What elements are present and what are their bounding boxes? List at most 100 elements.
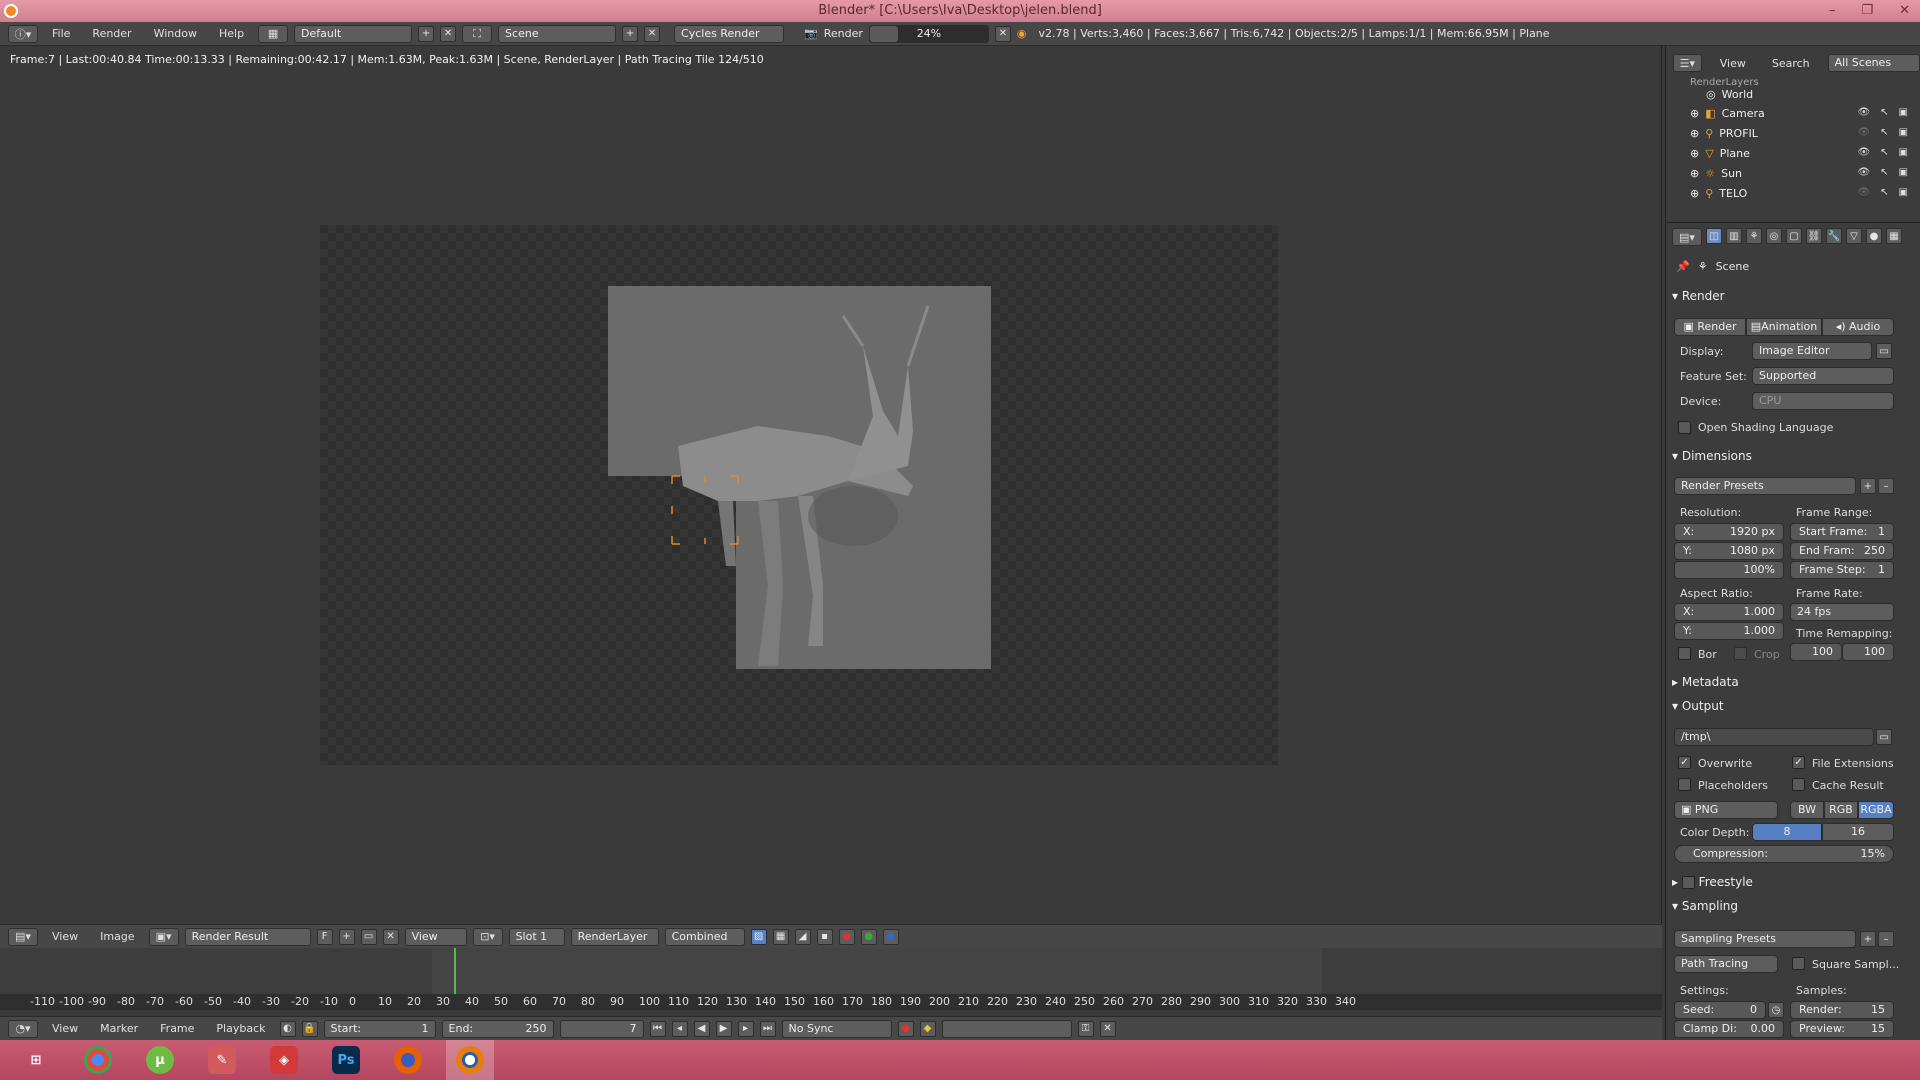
add-sampling-preset-icon[interactable]: +	[1860, 931, 1876, 947]
rgb-toggle[interactable]: RGB	[1824, 801, 1858, 819]
outliner-row-profil[interactable]: ⊕ ⚲ PROFIL	[1690, 124, 1758, 142]
placeholders-checkbox[interactable]	[1678, 778, 1691, 791]
scope-icon[interactable]: ▪	[816, 928, 833, 945]
menu-window[interactable]: Window	[146, 27, 205, 40]
timeline-ruler[interactable]: -110 -100 -90 -80 -70 -60 -50 -40 -30 -20 -10 0 10 20…	[0, 994, 1662, 1010]
audio-button[interactable]: ◂) Audio	[1822, 318, 1894, 336]
frame-step-field[interactable]: Frame Step: 1	[1790, 561, 1894, 579]
outliner-row-sun[interactable]: ⊕ ☼ Sun	[1690, 164, 1742, 182]
bw-toggle[interactable]: BW	[1790, 801, 1824, 819]
integrator-select[interactable]: Path Tracing	[1674, 955, 1778, 973]
freestyle-checkbox[interactable]	[1681, 876, 1695, 889]
slot-select[interactable]: Slot 1	[508, 927, 565, 946]
preview-range-icon[interactable]: ◐	[279, 1020, 296, 1037]
display-select[interactable]: Image Editor	[1752, 342, 1872, 360]
output-path-field[interactable]: /tmp\	[1674, 728, 1874, 746]
render-engine-select[interactable]: Cycles Render	[674, 24, 785, 43]
menu-playback[interactable]: Playback	[208, 1022, 273, 1035]
remove-sampling-preset-icon[interactable]: –	[1878, 931, 1894, 947]
editor-type-outliner-icon[interactable]: ☰▾	[1673, 54, 1702, 72]
eye-icon[interactable]: 👁	[1857, 127, 1870, 138]
eye-icon[interactable]: 👁	[1857, 107, 1870, 118]
delete-keyframe-icon[interactable]: ✕	[1099, 1020, 1116, 1037]
menu-view[interactable]: View	[44, 930, 86, 943]
editor-type-image-icon[interactable]: ▤▾	[8, 927, 38, 946]
play-reverse-icon[interactable]: ◀	[693, 1020, 710, 1037]
play-icon[interactable]: ▶	[715, 1020, 732, 1037]
expand-icon[interactable]: ⊕	[1690, 167, 1699, 180]
animated-seed-icon[interactable]: ◷	[1768, 1002, 1784, 1018]
pin-icon[interactable]: 📌	[1676, 260, 1690, 273]
panel-sampling-header[interactable]: ▾ Sampling	[1672, 899, 1912, 919]
editor-type-timeline-icon[interactable]: ◔▾	[8, 1019, 38, 1038]
view-mode-select[interactable]: View	[404, 927, 467, 946]
outliner-row-world[interactable]: ◎ World	[1706, 85, 1753, 103]
render-toggle-icon[interactable]: ▣	[1899, 187, 1908, 198]
visibility-toggles[interactable]: 👁 ↖ ▣	[1857, 147, 1908, 158]
green-channel-icon[interactable]: ●	[860, 928, 877, 945]
editor-type-properties-icon[interactable]: ▤▾	[1672, 228, 1702, 246]
eye-icon[interactable]: 👁	[1857, 167, 1870, 178]
expand-icon[interactable]: ⊕	[1690, 187, 1699, 200]
new-image-icon[interactable]: +	[338, 928, 355, 945]
minimize-button[interactable]: –	[1829, 0, 1836, 22]
insert-keyframe-icon[interactable]: ⚿	[1077, 1020, 1094, 1037]
start-frame-field[interactable]: Start: 1	[323, 1019, 436, 1038]
keying-set-icon[interactable]: ◆	[919, 1020, 936, 1037]
image-browse-icon[interactable]: ▣▾	[148, 927, 179, 946]
animation-button[interactable]: ▤Animation	[1746, 318, 1822, 336]
data-tab-icon[interactable]: ▽	[1846, 228, 1862, 244]
next-keyframe-icon[interactable]: ▸	[737, 1020, 754, 1037]
osl-checkbox[interactable]	[1678, 421, 1691, 434]
start-frame-prop-field[interactable]: Start Frame: 1	[1790, 523, 1894, 541]
color-alpha-icon[interactable]: ▨	[750, 928, 767, 945]
cancel-render-icon[interactable]: ✕	[994, 25, 1011, 42]
render-pass-select[interactable]: Combined	[664, 927, 745, 946]
clamp-direct-field[interactable]: Clamp Di: 0.00	[1674, 1020, 1784, 1038]
cursor-icon[interactable]: ↖	[1880, 107, 1888, 118]
eye-icon[interactable]: 👁	[1857, 147, 1870, 158]
scene-icon[interactable]: ⛶	[462, 24, 493, 43]
outliner-filter-select[interactable]: All Scenes	[1827, 54, 1920, 72]
remove-layout-icon[interactable]: ✕	[440, 25, 457, 42]
render-toggle-icon[interactable]: ▣	[1899, 167, 1908, 178]
taskbar-app-sketchup[interactable]: ◈	[260, 1040, 308, 1080]
color-depth-8-toggle[interactable]: 8	[1752, 823, 1822, 841]
sampling-presets-select[interactable]: Sampling Presets	[1674, 930, 1856, 948]
world-tab-icon[interactable]: ◎	[1766, 228, 1782, 244]
red-channel-icon[interactable]: ●	[838, 928, 855, 945]
feature-set-select[interactable]: Supported	[1752, 367, 1894, 385]
outliner-row-camera[interactable]: ⊕ ◧ Camera	[1690, 104, 1765, 122]
visibility-toggles[interactable]: 👁 ↖ ▣	[1857, 107, 1908, 118]
preview-samples-field[interactable]: Preview: 15	[1790, 1020, 1894, 1038]
resolution-percentage-field[interactable]: 100%	[1674, 561, 1784, 579]
remove-scene-icon[interactable]: ✕	[644, 25, 661, 42]
border-checkbox[interactable]	[1678, 647, 1691, 660]
image-name-field[interactable]: Render Result	[184, 927, 311, 946]
open-image-icon[interactable]: ▭	[360, 928, 377, 945]
display-window-icon[interactable]: ▭	[1876, 343, 1892, 359]
visibility-toggles[interactable]: 👁 ↖ ▣	[1857, 127, 1908, 138]
prev-keyframe-icon[interactable]: ◂	[671, 1020, 688, 1037]
render-button[interactable]: ▣ Render	[1674, 318, 1746, 336]
record-icon[interactable]: ●	[897, 1020, 914, 1037]
overwrite-checkbox[interactable]: ✓	[1678, 756, 1691, 769]
render-toggle-icon[interactable]: ▣	[1899, 147, 1908, 158]
panel-dimensions-header[interactable]: ▾ Dimensions	[1672, 449, 1912, 469]
taskbar-app-blender[interactable]	[446, 1040, 494, 1080]
render-presets-select[interactable]: Render Presets	[1674, 477, 1856, 495]
eye-icon[interactable]: 👁	[1857, 187, 1870, 198]
resolution-y-field[interactable]: Y: 1080 px	[1674, 542, 1784, 560]
maximize-button[interactable]: ❐	[1861, 0, 1873, 22]
render-layer-select[interactable]: RenderLayer	[570, 927, 659, 946]
remap-new-field[interactable]: 100	[1842, 643, 1894, 661]
editor-type-info-icon[interactable]: ⓘ▾	[8, 24, 38, 43]
render-tab-icon[interactable]: ◫	[1706, 228, 1722, 244]
rgba-toggle[interactable]: RGBA	[1858, 801, 1894, 819]
add-layout-icon[interactable]: +	[418, 25, 435, 42]
visibility-toggles[interactable]: 👁 ↖ ▣	[1857, 167, 1908, 178]
taskbar-app-paint[interactable]: ✎	[198, 1040, 246, 1080]
square-samples-checkbox[interactable]	[1792, 957, 1805, 970]
render-layers-tab-icon[interactable]: ▥	[1726, 228, 1742, 244]
menu-timeline-view[interactable]: View	[44, 1022, 86, 1035]
